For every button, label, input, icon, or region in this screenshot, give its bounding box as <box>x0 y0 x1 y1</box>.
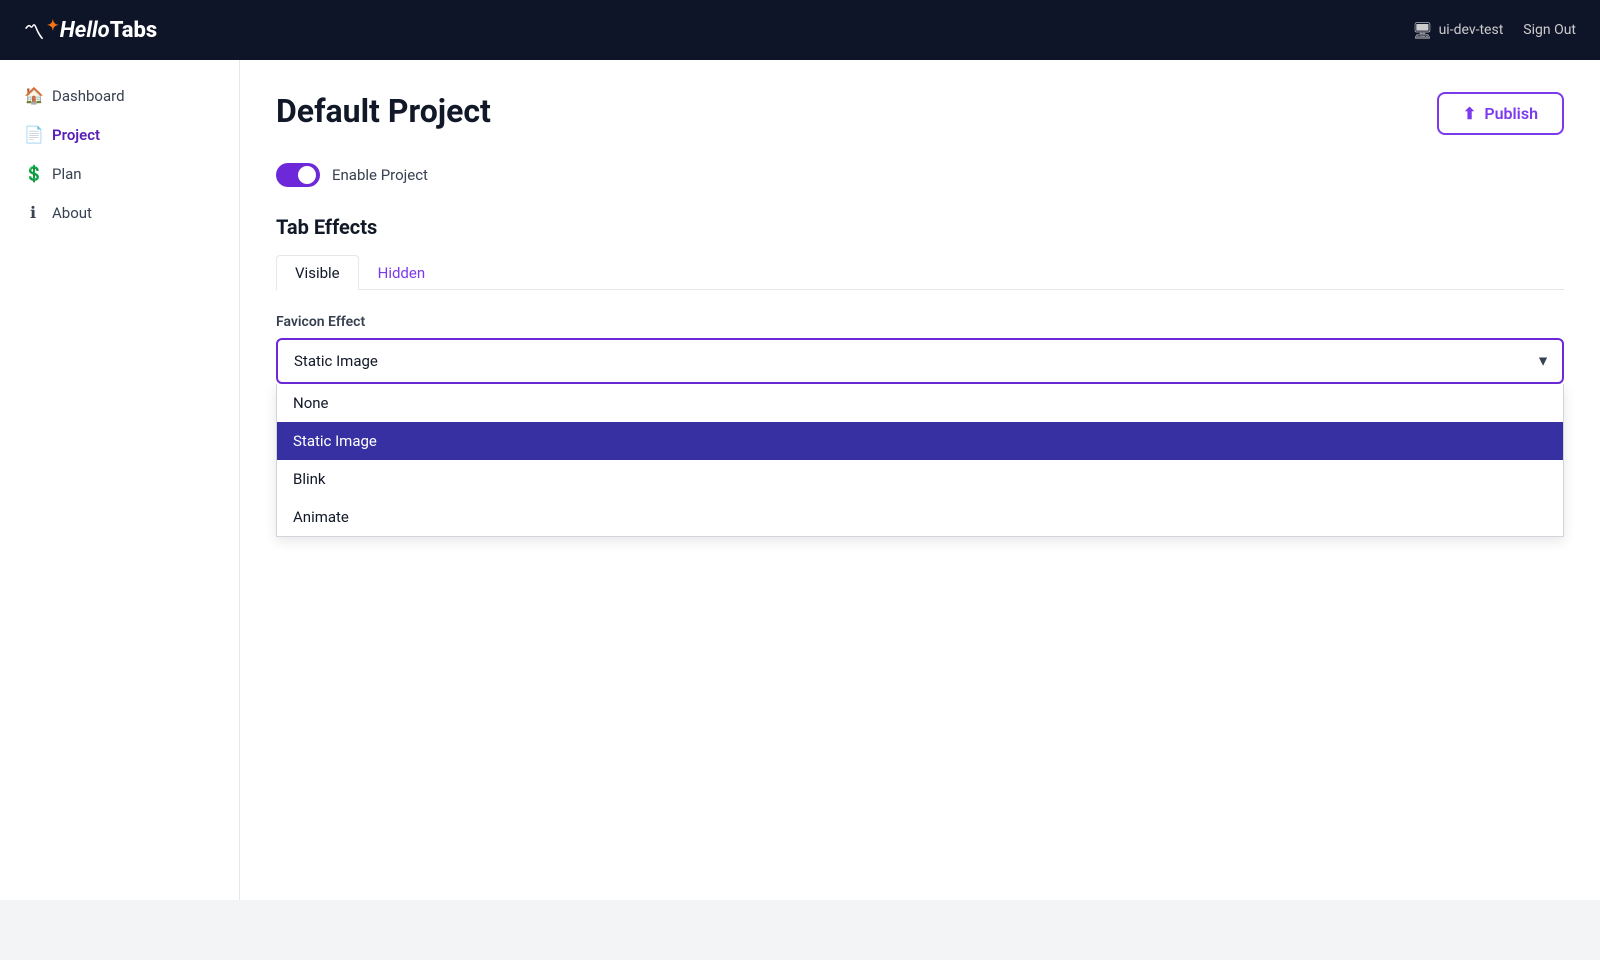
publish-label: Publish <box>1484 104 1538 123</box>
signout-button[interactable]: Sign Out <box>1523 22 1576 38</box>
logo-tabs: Tabs <box>110 18 157 43</box>
page-header: Default Project ⬆ Publish <box>276 92 1564 135</box>
sidebar-label-about: About <box>52 204 92 222</box>
publish-button[interactable]: ⬆ Publish <box>1437 92 1564 135</box>
sidebar-label-dashboard: Dashboard <box>52 87 125 105</box>
logo-wave-icon: 〽 <box>24 16 44 45</box>
enable-project-toggle[interactable] <box>276 163 320 187</box>
sidebar-item-dashboard[interactable]: 🏠 Dashboard <box>0 76 239 115</box>
navbar-right: 🖥 ui-dev-test Sign Out <box>1412 21 1576 40</box>
home-icon: 🏠 <box>24 86 42 105</box>
tab-hidden[interactable]: Hidden <box>359 255 445 290</box>
username-label: ui-dev-test <box>1439 22 1504 38</box>
tab-visible[interactable]: Visible <box>276 255 359 290</box>
sidebar-item-project[interactable]: 📄 Project <box>0 115 239 154</box>
enable-project-row: Enable Project <box>276 163 1564 187</box>
option-animate[interactable]: Animate <box>277 498 1563 536</box>
favicon-effect-select[interactable]: Static Image <box>276 338 1564 384</box>
sidebar-item-plan[interactable]: 💲 Plan <box>0 154 239 193</box>
plan-icon: 💲 <box>24 164 42 183</box>
layout: 🏠 Dashboard 📄 Project 💲 Plan ℹ About Def… <box>0 60 1600 900</box>
publish-icon: ⬆ <box>1463 104 1476 123</box>
option-static-image[interactable]: Static Image <box>277 422 1563 460</box>
enable-project-label: Enable Project <box>332 166 428 184</box>
favicon-effect-label: Favicon Effect <box>276 314 1564 330</box>
sidebar-label-project: Project <box>52 126 100 144</box>
toggle-slider <box>276 163 320 187</box>
navbar: 〽 ✦ HelloTabs 🖥 ui-dev-test Sign Out <box>0 0 1600 60</box>
logo-star: ✦ <box>47 18 59 34</box>
navbar-user: 🖥 ui-dev-test <box>1412 21 1503 40</box>
main-content: Default Project ⬆ Publish Enable Project… <box>240 60 1600 900</box>
option-none[interactable]: None <box>277 384 1563 422</box>
page-title: Default Project <box>276 92 491 130</box>
project-icon: 📄 <box>24 125 42 144</box>
sidebar-item-about[interactable]: ℹ About <box>0 193 239 232</box>
logo-hello: Hello <box>60 18 110 43</box>
favicon-effect-select-container: Static Image ▼ None Static Image Blink A… <box>276 338 1564 384</box>
tab-effects-title: Tab Effects <box>276 215 1564 239</box>
favicon-effect-dropdown: None Static Image Blink Animate <box>276 384 1564 537</box>
about-icon: ℹ <box>24 203 42 222</box>
logo: 〽 ✦ HelloTabs <box>24 16 157 45</box>
tab-effects-tabs: Visible Hidden <box>276 255 1564 290</box>
sidebar-label-plan: Plan <box>52 165 82 183</box>
sidebar: 🏠 Dashboard 📄 Project 💲 Plan ℹ About <box>0 60 240 900</box>
monitor-icon: 🖥 <box>1412 21 1432 40</box>
option-blink[interactable]: Blink <box>277 460 1563 498</box>
